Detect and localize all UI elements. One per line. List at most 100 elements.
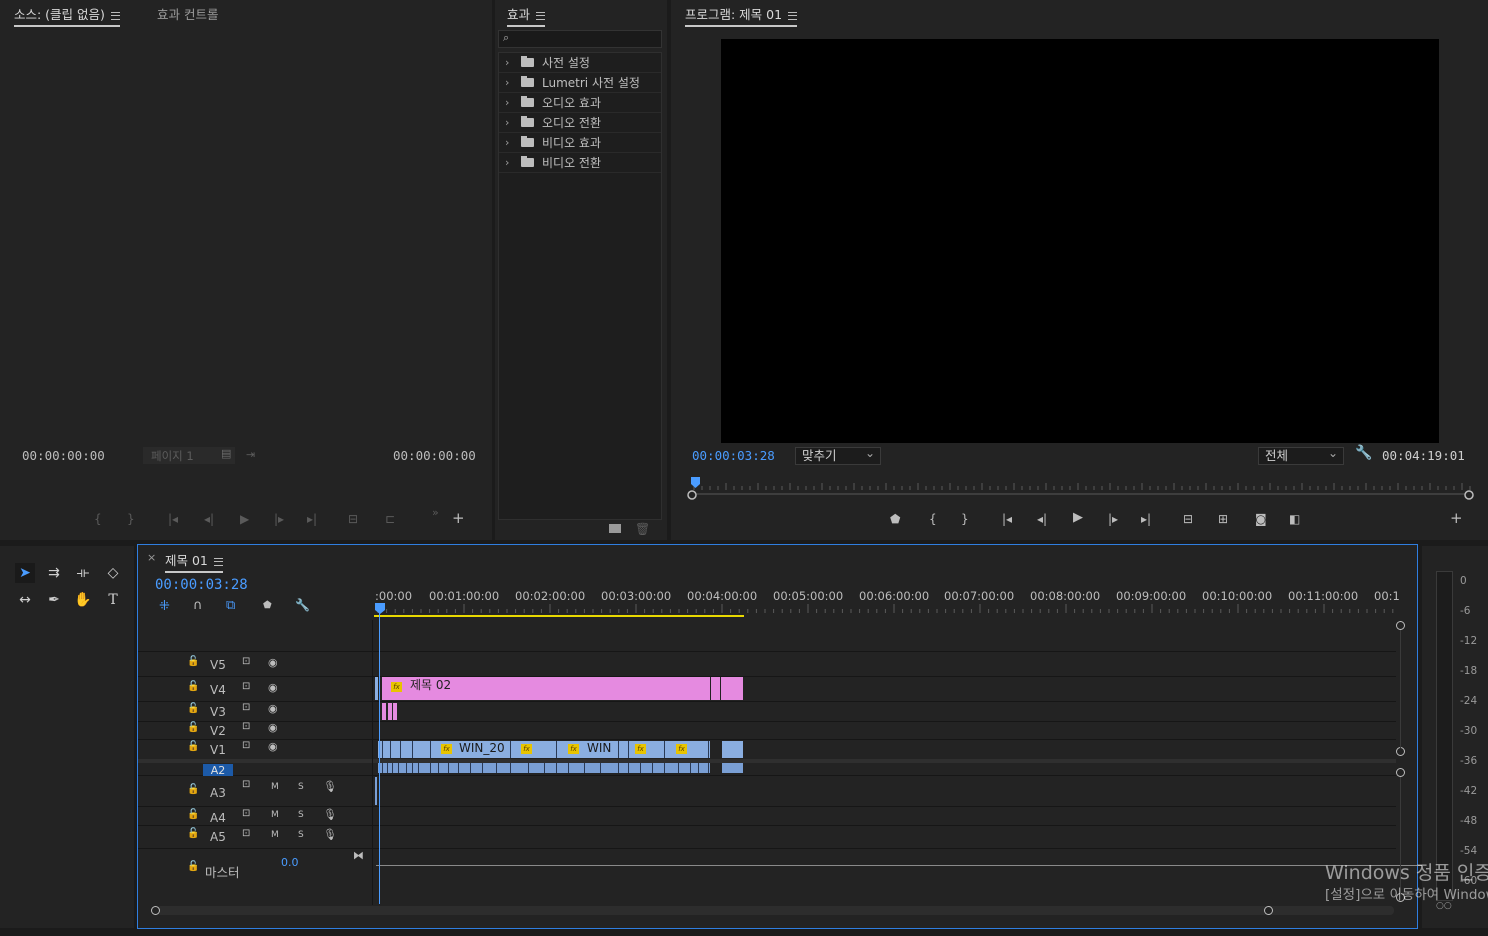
track-label-a4[interactable]: A4 <box>210 811 226 825</box>
source-timecode-left[interactable]: 00:00:00:00 <box>22 448 105 463</box>
overwrite-icon[interactable]: ⊏ <box>385 512 395 526</box>
type-tool-icon[interactable]: T <box>103 590 123 610</box>
chevron-right-icon[interactable]: › <box>505 133 509 153</box>
settings-icon[interactable]: ▤ <box>221 447 231 460</box>
extract-icon[interactable]: ⇥ <box>246 448 255 461</box>
hand-tool-icon[interactable]: ✋ <box>73 590 93 610</box>
eye-icon[interactable]: ◉ <box>268 681 278 694</box>
slip-tool-icon[interactable]: ↔ <box>15 590 35 610</box>
vertical-scrollbar[interactable] <box>1400 630 1401 748</box>
tab-effect-controls[interactable]: 효과 컨트롤 <box>157 4 218 23</box>
microphone-icon[interactable]: 🎙 <box>323 828 337 841</box>
tab-program[interactable]: 프로그램: 제목 01 <box>685 4 798 27</box>
lock-icon[interactable]: 🔓 <box>187 828 199 839</box>
tab-effects[interactable]: 효과 <box>507 4 546 27</box>
effects-item-audio-transitions[interactable]: › 오디오 전환 <box>499 113 661 133</box>
timeline-timecode[interactable]: 00:00:03:28 <box>155 577 248 593</box>
menu-icon[interactable] <box>788 11 798 20</box>
scroll-handle[interactable] <box>1396 747 1405 756</box>
horizontal-scrollbar[interactable] <box>156 906 1394 915</box>
effects-item-presets[interactable]: › 사전 설정 <box>499 53 661 73</box>
pen-tool-icon[interactable]: ✒ <box>44 590 64 610</box>
scroll-handle[interactable] <box>1396 621 1405 630</box>
go-to-in-icon[interactable]: |◂ <box>168 512 178 526</box>
add-button-icon[interactable]: + <box>452 511 465 526</box>
track-label-v3[interactable]: V3 <box>210 705 226 719</box>
eye-icon[interactable]: ◉ <box>268 702 278 715</box>
timeline-ruler[interactable] <box>374 600 1398 622</box>
comparison-view-icon[interactable]: ◧ <box>1289 512 1300 526</box>
effects-item-video-effects[interactable]: › 비디오 효과 <box>499 133 661 153</box>
tab-sequence[interactable]: 제목 01 <box>165 550 223 573</box>
add-button-icon[interactable]: + <box>1450 511 1463 526</box>
extract-icon[interactable]: ⊞ <box>1218 512 1228 526</box>
wrench-icon[interactable]: 🔧 <box>1355 445 1372 461</box>
step-forward-icon[interactable]: |▸ <box>274 512 284 526</box>
lock-icon[interactable]: 🔓 <box>187 681 199 692</box>
track-label-v1[interactable]: V1 <box>210 743 226 757</box>
mark-out-icon[interactable]: } <box>961 512 969 526</box>
chevron-right-icon[interactable]: › <box>505 73 509 93</box>
menu-icon[interactable] <box>213 557 223 566</box>
mark-in-icon[interactable]: { <box>929 512 937 526</box>
track-label-a5[interactable]: A5 <box>210 830 226 844</box>
sync-lock-icon[interactable]: ⊡ <box>242 721 250 732</box>
effects-item-lumetri-presets[interactable]: › Lumetri 사전 설정 <box>499 73 661 93</box>
track-label-v4[interactable]: V4 <box>210 683 226 697</box>
chevron-right-icon[interactable]: › <box>505 93 509 113</box>
go-to-in-icon[interactable]: |◂ <box>1002 512 1012 526</box>
step-back-icon[interactable]: ◂| <box>204 512 214 526</box>
selection-tool-icon[interactable]: ➤ <box>15 563 35 583</box>
timeline-settings-icon[interactable]: 🔧 <box>295 598 310 612</box>
lock-icon[interactable]: 🔓 <box>187 656 199 667</box>
audio-clip-fragment[interactable] <box>375 777 377 805</box>
small-title-clip[interactable] <box>382 703 386 720</box>
track-select-tool-icon[interactable]: ⇉ <box>44 563 64 583</box>
step-back-icon[interactable]: ◂| <box>1037 512 1047 526</box>
quality-select[interactable]: 전체 <box>1258 445 1344 465</box>
menu-icon[interactable] <box>536 11 546 20</box>
mark-out-icon[interactable]: } <box>127 512 135 526</box>
ripple-edit-tool-icon[interactable]: ⟛ <box>73 563 93 583</box>
lock-icon[interactable]: 🔓 <box>187 861 199 872</box>
trash-icon[interactable]: 🗑 <box>635 522 650 536</box>
lock-icon[interactable]: 🔓 <box>187 722 199 733</box>
effects-search-input[interactable]: ⌕ <box>498 30 662 48</box>
clip-fragment[interactable] <box>375 677 378 700</box>
solo-button[interactable]: S <box>298 810 304 820</box>
lock-icon[interactable]: 🔓 <box>187 809 199 820</box>
go-to-edit-point-icon[interactable]: ⧓ <box>353 849 364 862</box>
zoom-handle-left[interactable] <box>151 906 160 915</box>
mute-button[interactable]: M <box>271 830 279 840</box>
play-icon[interactable]: ▶ <box>1073 511 1083 525</box>
add-marker-icon[interactable]: ⬟ <box>890 512 900 526</box>
track-label-v5[interactable]: V5 <box>210 658 226 672</box>
program-video-frame[interactable] <box>721 39 1439 443</box>
effects-item-video-transitions[interactable]: › 비디오 전환 <box>499 153 661 173</box>
go-to-out-icon[interactable]: ▸| <box>1141 512 1151 526</box>
sync-lock-icon[interactable]: ⊡ <box>242 681 250 692</box>
track-label-a3[interactable]: A3 <box>210 786 226 800</box>
new-bin-icon[interactable] <box>609 524 621 533</box>
microphone-icon[interactable]: 🎙 <box>323 780 337 793</box>
zoom-select[interactable]: 맞추기 <box>795 445 881 465</box>
lift-icon[interactable]: ⊟ <box>1183 512 1193 526</box>
chevron-right-icon[interactable]: › <box>505 153 509 173</box>
solo-button[interactable]: S <box>298 782 304 792</box>
nest-icon[interactable]: ⁜ <box>159 599 170 614</box>
program-time-ruler[interactable] <box>686 474 1476 504</box>
close-icon[interactable]: × <box>147 551 156 564</box>
zoom-handle-right[interactable] <box>1264 906 1273 915</box>
linked-selection-icon[interactable]: ⧉ <box>226 598 235 613</box>
small-title-clip[interactable] <box>388 703 392 720</box>
microphone-icon[interactable]: 🎙 <box>323 808 337 821</box>
mute-button[interactable]: M <box>271 782 279 792</box>
camera-icon[interactable]: ◙ <box>1255 512 1267 526</box>
snap-icon[interactable]: ∩ <box>193 598 203 613</box>
mark-in-icon[interactable]: { <box>94 512 102 526</box>
title-clip[interactable]: fx 제목 02 <box>382 677 743 700</box>
playhead-line[interactable] <box>379 612 380 904</box>
video-audio-divider[interactable] <box>138 759 1396 763</box>
sync-lock-icon[interactable]: ⊡ <box>242 808 250 819</box>
lock-icon[interactable]: 🔓 <box>187 703 199 714</box>
